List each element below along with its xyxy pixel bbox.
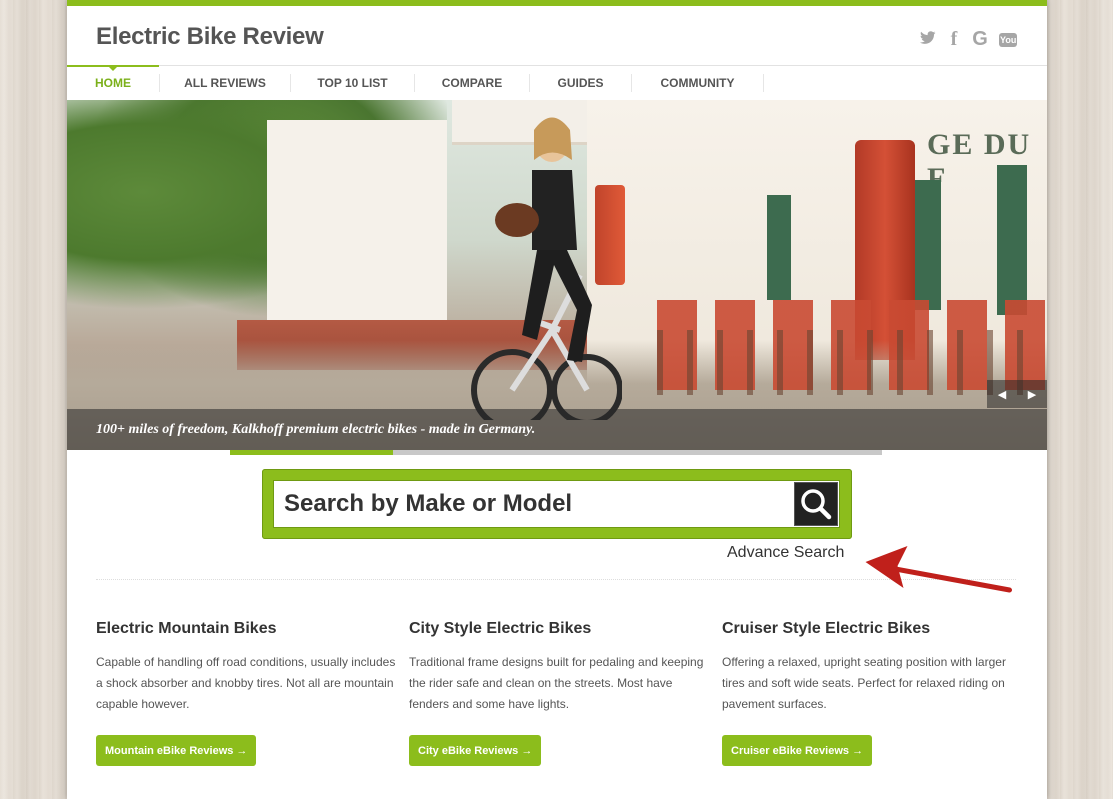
search-box	[262, 469, 852, 539]
wood-background-left	[0, 0, 67, 799]
hero-slider[interactable]: GE DU F ◀ ▶ 100+ miles of freedom, Kalkh…	[67, 100, 1047, 450]
category-title: City Style Electric Bikes	[409, 620, 592, 637]
slider-progress	[67, 450, 1047, 455]
search-icon	[801, 489, 832, 520]
hero-caption-bar: 100+ miles of freedom, Kalkhoff premium …	[67, 409, 1047, 450]
nav-top-10-list[interactable]: TOP 10 LIST	[291, 74, 415, 92]
site-title[interactable]: Electric Bike Review	[96, 23, 324, 51]
social-links: f G You	[919, 28, 1017, 51]
slider-progress-fill	[230, 450, 393, 455]
twitter-icon[interactable]	[919, 30, 937, 50]
slide-prev-icon[interactable]: ◀	[998, 388, 1006, 401]
google-icon[interactable]: G	[971, 28, 989, 51]
hero-rider-illustration	[471, 117, 622, 420]
search-input[interactable]	[274, 481, 794, 527]
cruiser-reviews-button[interactable]: Cruiser eBike Reviews →	[722, 735, 873, 766]
nav-community[interactable]: COMMUNITY	[632, 74, 764, 92]
search-field-wrapper	[273, 480, 840, 528]
mountain-reviews-button[interactable]: Mountain eBike Reviews →	[96, 735, 257, 766]
nav-guides[interactable]: GUIDES	[530, 74, 632, 92]
category-cruiser: Cruiser Style Electric Bikes Offering a …	[722, 620, 1022, 766]
facebook-icon[interactable]: f	[947, 28, 961, 51]
wood-background-right	[1047, 0, 1113, 799]
page-container: Electric Bike Review f G You HOME ALL RE…	[67, 0, 1047, 799]
hero-shutter	[915, 180, 941, 310]
hero-caption[interactable]: 100+ miles of freedom, Kalkhoff premium …	[96, 422, 535, 438]
category-description: Offering a relaxed, upright seating posi…	[722, 655, 1006, 711]
hero-shutter	[997, 165, 1027, 315]
nav-all-reviews[interactable]: ALL REVIEWS	[160, 74, 291, 92]
category-description: Capable of handling off road conditions,…	[96, 655, 396, 711]
category-description: Traditional frame designs built for peda…	[409, 655, 704, 711]
category-title: Cruiser Style Electric Bikes	[722, 620, 931, 637]
category-city: City Style Electric Bikes Traditional fr…	[409, 620, 709, 766]
nav-compare[interactable]: COMPARE	[415, 74, 530, 92]
hero-villa	[267, 120, 447, 320]
city-reviews-button[interactable]: City eBike Reviews →	[409, 735, 542, 766]
slide-controls: ◀ ▶	[987, 380, 1047, 408]
main-nav: HOME ALL REVIEWS TOP 10 LIST COMPARE GUI…	[67, 65, 1047, 100]
slide-next-icon[interactable]: ▶	[1028, 388, 1036, 401]
annotation-arrow-icon	[865, 546, 1012, 593]
nav-home[interactable]: HOME	[67, 65, 160, 92]
site-header: Electric Bike Review f G You	[67, 6, 1047, 65]
hero-building-sign: GE DU F	[927, 128, 1032, 195]
category-title: Electric Mountain Bikes	[96, 620, 277, 637]
advance-search-link[interactable]: Advance Search	[727, 544, 844, 562]
category-mountain: Electric Mountain Bikes Capable of handl…	[96, 620, 396, 766]
hero-shutter	[767, 195, 791, 300]
youtube-icon[interactable]: You	[999, 32, 1017, 47]
search-button[interactable]	[794, 482, 838, 526]
